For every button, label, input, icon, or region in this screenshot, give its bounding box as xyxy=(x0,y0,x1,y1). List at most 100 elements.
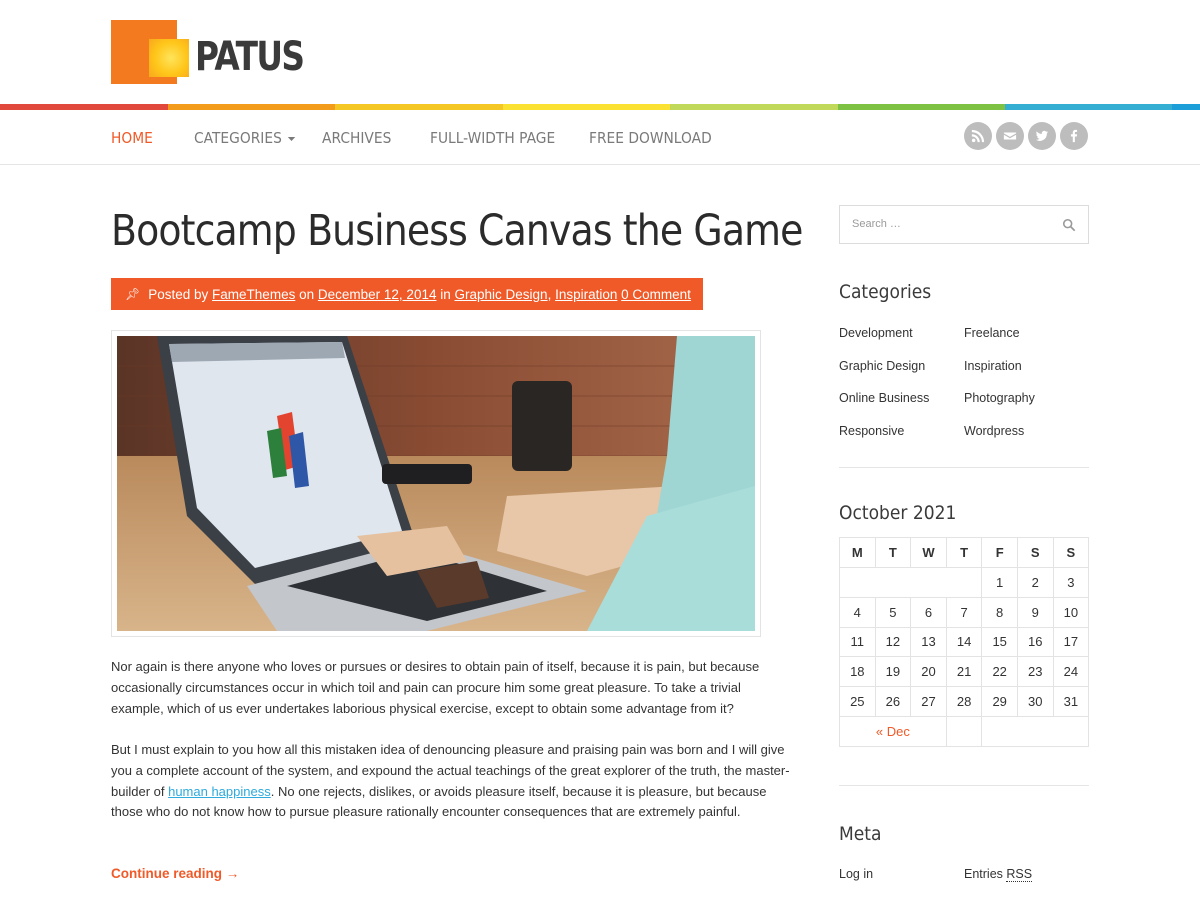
calendar-week-row: 25 26 27 28 29 30 31 xyxy=(839,686,1090,717)
calendar-day-cell: 1 xyxy=(981,567,1018,598)
site-logo[interactable]: PATUS xyxy=(111,20,305,84)
logo-mark-icon xyxy=(111,20,189,84)
comments-link[interactable]: 0 Comment xyxy=(621,287,691,302)
pin-icon: 📌︎ xyxy=(125,287,141,301)
date-link[interactable]: December 12, 2014 xyxy=(318,287,437,302)
post-meta-bar: 📌︎ Posted by FameThemes on December 12, … xyxy=(111,278,703,310)
category-link-inspiration[interactable]: Inspiration xyxy=(555,287,617,302)
calendar-week-row: 18 19 20 21 22 23 24 xyxy=(839,656,1090,688)
sidebar-category-online-business[interactable]: Online Business xyxy=(839,391,929,405)
calendar-day-cell: 27 xyxy=(910,686,947,717)
calendar-day-cell: 18 xyxy=(839,656,876,688)
calendar-day-cell: 9 xyxy=(1016,596,1054,628)
calendar-day-cell: 7 xyxy=(945,596,983,628)
calendar-week-row: 4 5 6 7 8 9 10 xyxy=(839,596,1090,628)
calendar-day-header: M xyxy=(839,537,876,568)
category-link-graphic-design[interactable]: Graphic Design xyxy=(455,287,548,302)
calendar-day-cell: 29 xyxy=(981,686,1018,717)
calendar-day-cell: 30 xyxy=(1016,686,1054,717)
post-paragraph-1: Nor again is there anyone who loves or p… xyxy=(111,659,760,716)
calendar-title: October 2021 xyxy=(839,502,957,524)
login-link[interactable]: Log in xyxy=(839,867,873,881)
calendar-pad-cell xyxy=(838,567,983,598)
calendar-day-cell: 5 xyxy=(874,596,912,628)
meta-on: on xyxy=(299,286,315,302)
caret-down-icon xyxy=(287,136,295,141)
search-box xyxy=(839,205,1089,244)
twitter-icon[interactable] xyxy=(1028,122,1056,150)
calendar-day-cell: 28 xyxy=(945,686,983,717)
nav-archives[interactable]: ARCHIVES xyxy=(322,129,391,147)
calendar-day-cell: 21 xyxy=(945,656,983,688)
nav-home[interactable]: HOME xyxy=(111,129,153,147)
meta-widget-title: Meta xyxy=(839,823,882,845)
calendar-day-header: S xyxy=(1052,537,1090,568)
meta-in: in xyxy=(440,286,451,302)
facebook-icon[interactable] xyxy=(1060,122,1088,150)
main-nav: HOME CATEGORIES ARCHIVES FULL-WIDTH PAGE… xyxy=(0,110,1200,165)
calendar-day-cell: 17 xyxy=(1052,626,1090,658)
post-title[interactable]: Bootcamp Business Canvas the Game xyxy=(111,206,803,256)
calendar-day-cell: 4 xyxy=(839,596,876,628)
post-paragraph-2: But I must explain to you how all this m… xyxy=(111,740,791,823)
calendar-day-header: S xyxy=(1016,537,1054,568)
calendar-day-cell: 24 xyxy=(1052,656,1090,688)
human-happiness-link[interactable]: human happiness xyxy=(168,784,271,799)
calendar-day-cell: 26 xyxy=(874,686,912,717)
calendar-day-cell: 13 xyxy=(910,626,947,658)
calendar-day-cell: 15 xyxy=(981,626,1018,658)
calendar-day-cell: 2 xyxy=(1016,567,1054,598)
calendar-next-cell xyxy=(981,715,1090,747)
calendar-week-row: 123 xyxy=(838,567,1090,598)
calendar-day-cell: 22 xyxy=(981,656,1018,688)
calendar-pad-cell xyxy=(945,715,983,747)
calendar-prev-month-link[interactable]: « Dec xyxy=(839,715,947,747)
calendar-day-cell: 14 xyxy=(945,626,983,658)
meta-posted-by: Posted by xyxy=(148,286,209,302)
sidebar-category-development[interactable]: Development xyxy=(839,326,913,340)
calendar-day-header: T xyxy=(945,537,983,568)
nav-categories-label: CATEGORIES xyxy=(194,129,282,147)
calendar-day-cell: 19 xyxy=(874,656,912,688)
calendar-table: M T W T F S S 1 2 3 4 5 6 7 8 9 10 11 12 13 14 15 16 17 1… xyxy=(838,537,1090,747)
categories-widget-title: Categories xyxy=(839,281,932,303)
calendar-day-cell: 23 xyxy=(1016,656,1054,688)
calendar-day-cell: 10 xyxy=(1052,596,1090,628)
sidebar-divider xyxy=(839,785,1089,786)
meta-sep: , xyxy=(547,286,552,302)
author-link[interactable]: FameThemes xyxy=(212,287,295,302)
calendar-day-cell: 31 xyxy=(1052,686,1090,717)
search-icon[interactable] xyxy=(1062,218,1076,232)
sidebar-category-responsive[interactable]: Responsive xyxy=(839,424,904,438)
nav-free-download[interactable]: FREE DOWNLOAD xyxy=(589,129,712,147)
calendar-day-cell: 3 xyxy=(1052,567,1090,598)
calendar-day-header: W xyxy=(910,537,947,568)
calendar-day-cell: 20 xyxy=(910,656,947,688)
entries-label: Entries xyxy=(964,867,1003,881)
rss-icon[interactable] xyxy=(964,122,992,150)
calendar-day-cell: 25 xyxy=(839,686,876,717)
sidebar-category-photography[interactable]: Photography xyxy=(964,391,1035,405)
sidebar-category-freelance[interactable]: Freelance xyxy=(964,326,1020,340)
sidebar-category-inspiration[interactable]: Inspiration xyxy=(964,359,1022,373)
search-input[interactable] xyxy=(852,218,1052,230)
site-name[interactable]: PATUS xyxy=(195,34,305,80)
calendar-day-cell: 11 xyxy=(839,626,876,658)
calendar-day-cell: 12 xyxy=(874,626,912,658)
nav-full-width-page[interactable]: FULL-WIDTH PAGE xyxy=(430,129,555,147)
calendar-week-row: 11 12 13 14 15 16 17 xyxy=(839,626,1090,658)
calendar-day-cell: 6 xyxy=(910,596,947,628)
sidebar-category-wordpress[interactable]: Wordpress xyxy=(964,424,1024,438)
sidebar-category-graphic-design[interactable]: Graphic Design xyxy=(839,359,925,373)
calendar-day-header: T xyxy=(874,537,912,568)
calendar-day-cell: 16 xyxy=(1016,626,1054,658)
entries-rss-link[interactable]: Entries RSS xyxy=(964,867,1033,882)
continue-reading-link[interactable]: Continue reading → xyxy=(111,866,239,881)
rss-abbr: RSS xyxy=(1006,867,1033,882)
calendar-day-header: F xyxy=(981,537,1018,568)
sidebar-divider xyxy=(839,467,1089,468)
calendar-day-cell: 8 xyxy=(981,596,1018,628)
email-icon[interactable] xyxy=(996,122,1024,150)
featured-image[interactable] xyxy=(111,330,761,637)
nav-categories[interactable]: CATEGORIES xyxy=(194,129,295,147)
